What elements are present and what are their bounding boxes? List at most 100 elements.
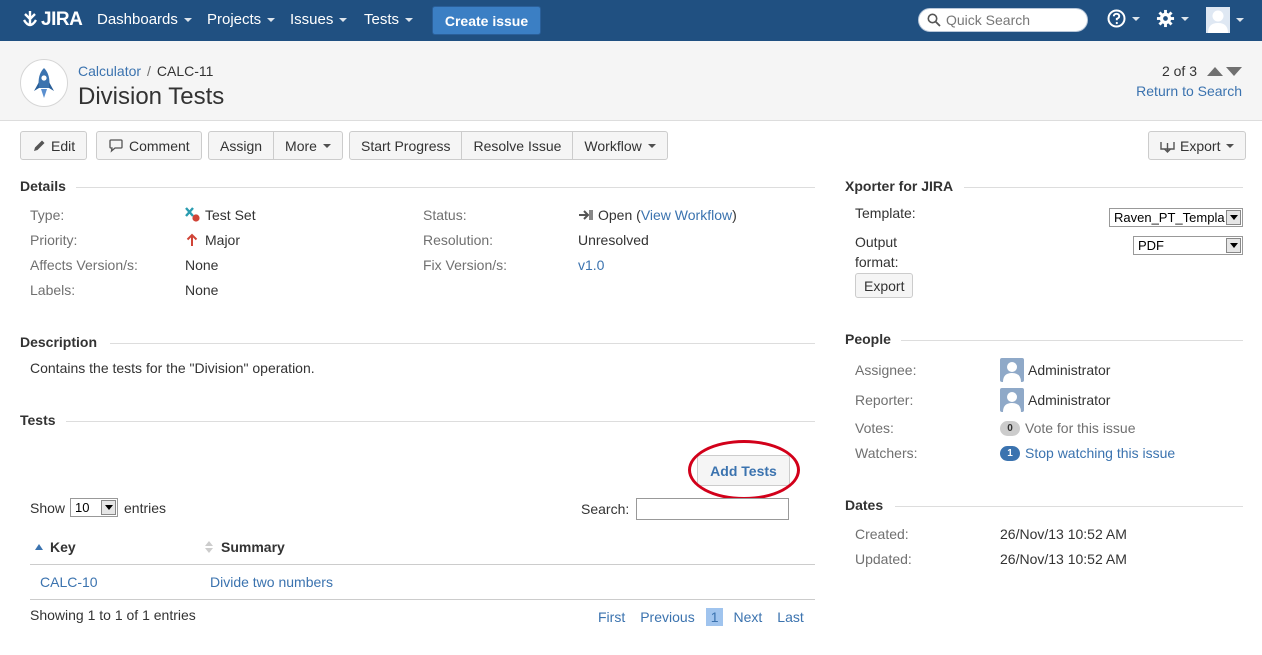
assignee-label: Assignee: [855, 362, 917, 378]
reporter-value[interactable]: Administrator [1000, 388, 1110, 412]
help-menu[interactable] [1107, 9, 1140, 28]
pagination-next[interactable]: Next [733, 609, 762, 625]
view-workflow-link[interactable]: View Workflow [641, 207, 732, 223]
pager-position: 2 of 3 [1161, 63, 1197, 79]
entries-per-page-value: 10 [75, 500, 90, 515]
xporter-heading: Xporter for JIRA [845, 178, 953, 194]
column-header-key[interactable]: Key [34, 539, 76, 555]
table-search-input[interactable] [636, 498, 789, 520]
search-icon [927, 13, 941, 27]
watchers-label: Watchers: [855, 445, 918, 461]
user-menu[interactable] [1206, 7, 1244, 33]
more-button[interactable]: More [274, 132, 342, 159]
labels-label: Labels: [30, 282, 76, 298]
updated-label: Updated: [855, 551, 912, 567]
watchers-value[interactable]: 1 Stop watching this issue [1000, 445, 1175, 461]
dates-divider [895, 506, 1243, 507]
breadcrumb-project-link[interactable]: Calculator [78, 63, 141, 79]
affects-version-label: Affects Version/s: [30, 257, 138, 273]
pagination-first[interactable]: First [598, 609, 625, 625]
output-format-select[interactable]: PDF [1133, 236, 1243, 255]
votes-count-badge: 0 [1000, 420, 1020, 436]
jira-logo-icon [22, 11, 38, 27]
comment-button[interactable]: Comment [96, 131, 202, 160]
status-value-text: Open [598, 207, 633, 223]
chevron-down-icon [183, 17, 192, 22]
return-to-search-link[interactable]: Return to Search [1136, 83, 1242, 99]
xporter-divider [964, 187, 1243, 188]
pagination-current[interactable]: 1 [705, 608, 724, 626]
tests-divider [66, 421, 815, 422]
export-menu-label: Export [1180, 137, 1221, 154]
rocket-icon [34, 68, 54, 98]
issue-pager: 2 of 3 [1162, 63, 1242, 79]
nav-projects[interactable]: Projects [207, 11, 276, 28]
test-key-link[interactable]: CALC-10 [40, 574, 98, 590]
template-select[interactable]: Raven_PT_Templa [1109, 208, 1243, 227]
previous-issue-icon[interactable] [1207, 66, 1223, 76]
type-value: Test Set [185, 207, 256, 223]
affects-version-value: None [185, 257, 219, 273]
dropdown-arrow-icon [1226, 238, 1241, 253]
entries-per-page-select[interactable]: 10 [70, 498, 118, 517]
labels-value: None [185, 282, 219, 298]
nav-issues[interactable]: Issues [290, 11, 348, 28]
add-tests-button[interactable]: Add Tests [697, 455, 790, 486]
nav-projects-label: Projects [207, 11, 262, 28]
nav-tests-label: Tests [364, 11, 400, 28]
nav-dashboards[interactable]: Dashboards [97, 11, 192, 28]
output-format-label-line2: format: [855, 254, 899, 270]
chevron-down-icon [1226, 143, 1235, 148]
export-menu-button[interactable]: Export [1148, 131, 1247, 160]
description-heading-text: Description [20, 334, 98, 350]
chevron-down-icon [339, 17, 348, 22]
assignee-value[interactable]: Administrator [1000, 358, 1110, 382]
pagination-previous[interactable]: Previous [640, 609, 694, 625]
workflow-button[interactable]: Workflow [573, 132, 666, 159]
gear-icon [1156, 9, 1175, 28]
jira-logo[interactable]: JIRA [21, 9, 83, 31]
workflow-button-label: Workflow [584, 137, 642, 154]
issue-title: Division Tests [78, 83, 225, 110]
tests-heading-text: Tests [20, 412, 56, 428]
quick-search-input[interactable]: Quick Search [918, 8, 1088, 32]
pagination-last[interactable]: Last [777, 609, 803, 625]
next-issue-icon[interactable] [1226, 66, 1242, 76]
start-progress-button[interactable]: Start Progress [350, 132, 463, 159]
fix-version-label: Fix Version/s: [423, 257, 508, 273]
breadcrumb-issue-key[interactable]: CALC-11 [157, 63, 214, 79]
project-avatar[interactable] [20, 59, 68, 107]
tests-heading: Tests [20, 412, 56, 428]
nav-tests[interactable]: Tests [364, 11, 414, 28]
type-label: Type: [30, 207, 65, 223]
resolve-issue-button[interactable]: Resolve Issue [462, 132, 574, 159]
test-summary-link[interactable]: Divide two numbers [210, 574, 333, 590]
export-icon [1160, 141, 1175, 153]
entries-label: entries [124, 500, 167, 516]
column-header-summary[interactable]: Summary [204, 539, 285, 555]
help-icon [1107, 9, 1126, 28]
top-navigation-bar: JIRA Dashboards Projects Issues Tests Cr… [0, 0, 1262, 41]
edit-button[interactable]: Edit [20, 131, 88, 160]
fix-version-link[interactable]: v1.0 [578, 257, 604, 273]
template-select-value: Raven_PT_Templa [1114, 210, 1225, 225]
details-divider [76, 187, 815, 188]
table-info: Showing 1 to 1 of 1 entries [30, 607, 196, 623]
created-label: Created: [855, 526, 909, 542]
people-divider [901, 340, 1243, 341]
pagination: First Previous 1 Next Last [598, 608, 804, 626]
xporter-export-button[interactable]: Export [855, 273, 914, 298]
reporter-name: Administrator [1028, 392, 1111, 408]
chevron-down-icon [322, 143, 331, 148]
table-search-label: Search: [581, 501, 630, 517]
create-issue-button[interactable]: Create issue [432, 6, 541, 35]
assign-button[interactable]: Assign [209, 132, 275, 159]
show-entries-control: Show [30, 500, 65, 516]
table-header-divider [30, 564, 815, 565]
priority-label: Priority: [30, 232, 78, 248]
chevron-down-icon [1181, 16, 1189, 21]
type-value-text: Test Set [205, 207, 256, 223]
votes-value[interactable]: 0 Vote for this issue [1000, 420, 1136, 436]
settings-menu[interactable] [1156, 9, 1189, 28]
people-heading: People [845, 331, 891, 347]
